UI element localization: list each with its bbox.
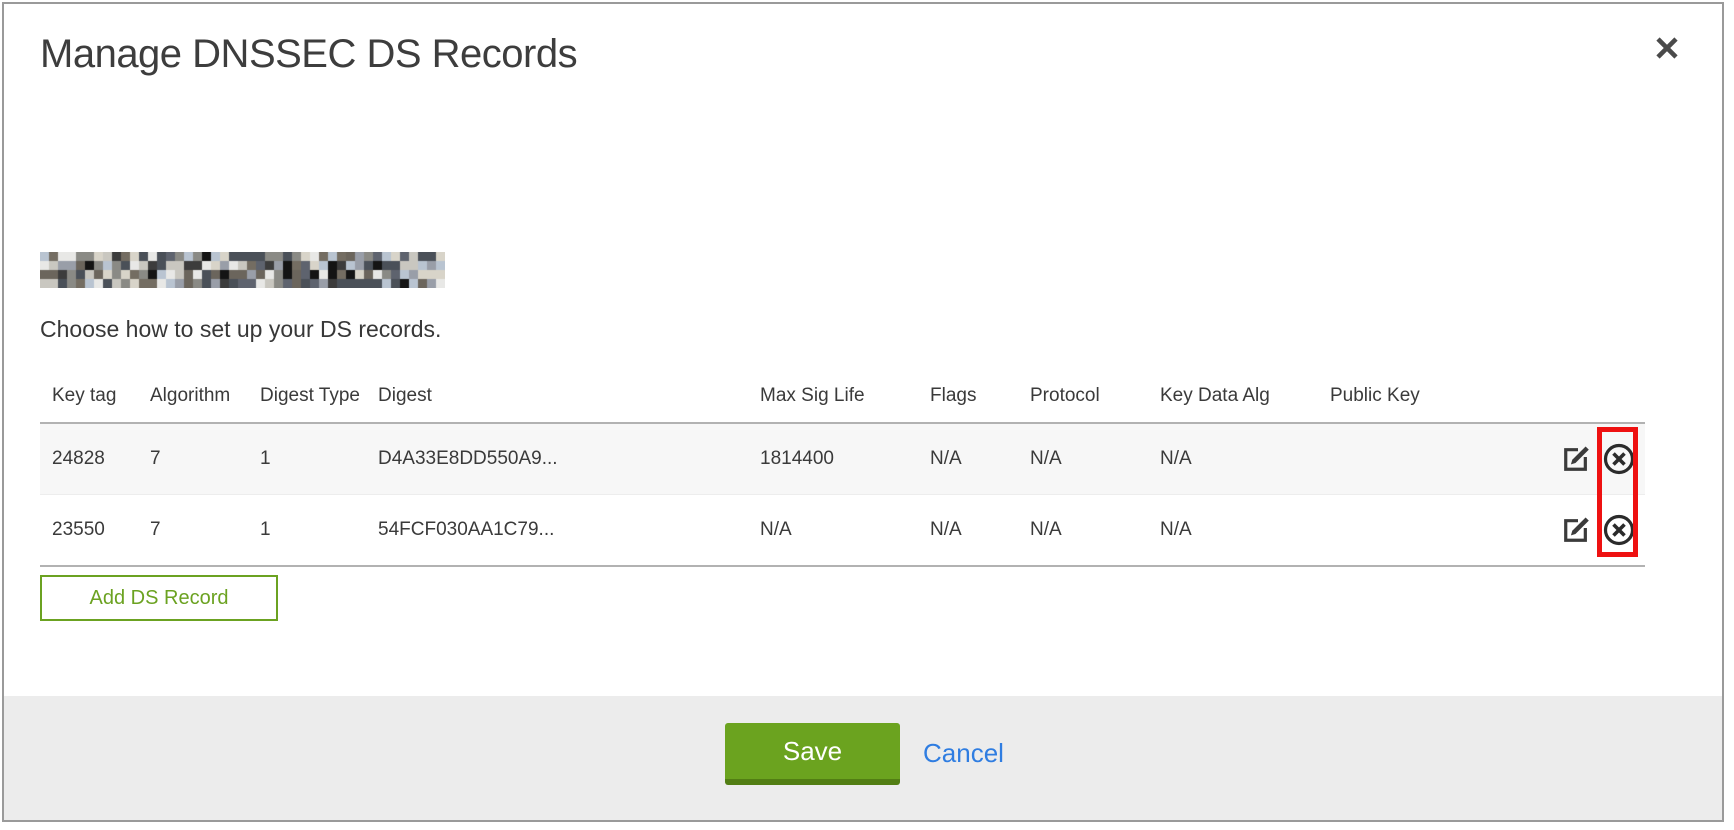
cell-flags: N/A: [918, 423, 1018, 495]
col-public-key: Public Key: [1318, 372, 1543, 423]
instruction-text: Choose how to set up your DS records.: [40, 316, 441, 343]
cell-max-sig-life: N/A: [748, 495, 918, 567]
cell-digest: D4A33E8DD550A9...: [366, 423, 748, 495]
pencil-square-icon: [1560, 514, 1592, 546]
cell-digest-type: 1: [248, 495, 366, 567]
edit-record-button[interactable]: [1560, 514, 1592, 546]
close-x-icon: [1653, 34, 1681, 62]
col-actions: [1543, 372, 1645, 423]
manage-dnssec-dialog: Manage DNSSEC DS Records Choose how to s…: [2, 2, 1724, 822]
cell-algorithm: 7: [138, 495, 248, 567]
cell-public-key: [1318, 495, 1543, 567]
table-header-row: Key tag Algorithm Digest Type Digest Max…: [40, 372, 1645, 423]
cell-max-sig-life: 1814400: [748, 423, 918, 495]
col-flags: Flags: [918, 372, 1018, 423]
col-digest: Digest: [366, 372, 748, 423]
cell-key-data-alg: N/A: [1148, 495, 1318, 567]
col-max-sig-life: Max Sig Life: [748, 372, 918, 423]
col-protocol: Protocol: [1018, 372, 1148, 423]
delete-record-button[interactable]: [1602, 513, 1636, 547]
edit-record-button[interactable]: [1560, 443, 1592, 475]
cell-flags: N/A: [918, 495, 1018, 567]
circle-x-icon: [1602, 442, 1636, 476]
cell-protocol: N/A: [1018, 423, 1148, 495]
close-icon[interactable]: [1652, 34, 1682, 64]
cell-algorithm: 7: [138, 423, 248, 495]
redacted-domain: [40, 252, 445, 288]
add-ds-record-button[interactable]: Add DS Record: [40, 575, 278, 621]
col-digest-type: Digest Type: [248, 372, 366, 423]
cell-protocol: N/A: [1018, 495, 1148, 567]
cell-key-tag: 24828: [40, 423, 138, 495]
circle-x-icon: [1602, 513, 1636, 547]
pencil-square-icon: [1560, 443, 1592, 475]
cancel-link[interactable]: Cancel: [923, 723, 1004, 785]
cell-key-tag: 23550: [40, 495, 138, 567]
table-row: 23550 7 1 54FCF030AA1C79... N/A N/A N/A …: [40, 495, 1645, 567]
delete-record-button[interactable]: [1602, 442, 1636, 476]
dialog-title: Manage DNSSEC DS Records: [40, 32, 577, 77]
col-key-tag: Key tag: [40, 372, 138, 423]
table-row: 24828 7 1 D4A33E8DD550A9... 1814400 N/A …: [40, 423, 1645, 495]
save-button[interactable]: Save: [725, 723, 900, 785]
cell-key-data-alg: N/A: [1148, 423, 1318, 495]
cell-digest-type: 1: [248, 423, 366, 495]
cell-digest: 54FCF030AA1C79...: [366, 495, 748, 567]
ds-records-table: Key tag Algorithm Digest Type Digest Max…: [40, 372, 1645, 567]
dialog-footer: Save Cancel: [4, 696, 1722, 820]
col-algorithm: Algorithm: [138, 372, 248, 423]
col-key-data-alg: Key Data Alg: [1148, 372, 1318, 423]
cell-public-key: [1318, 423, 1543, 495]
